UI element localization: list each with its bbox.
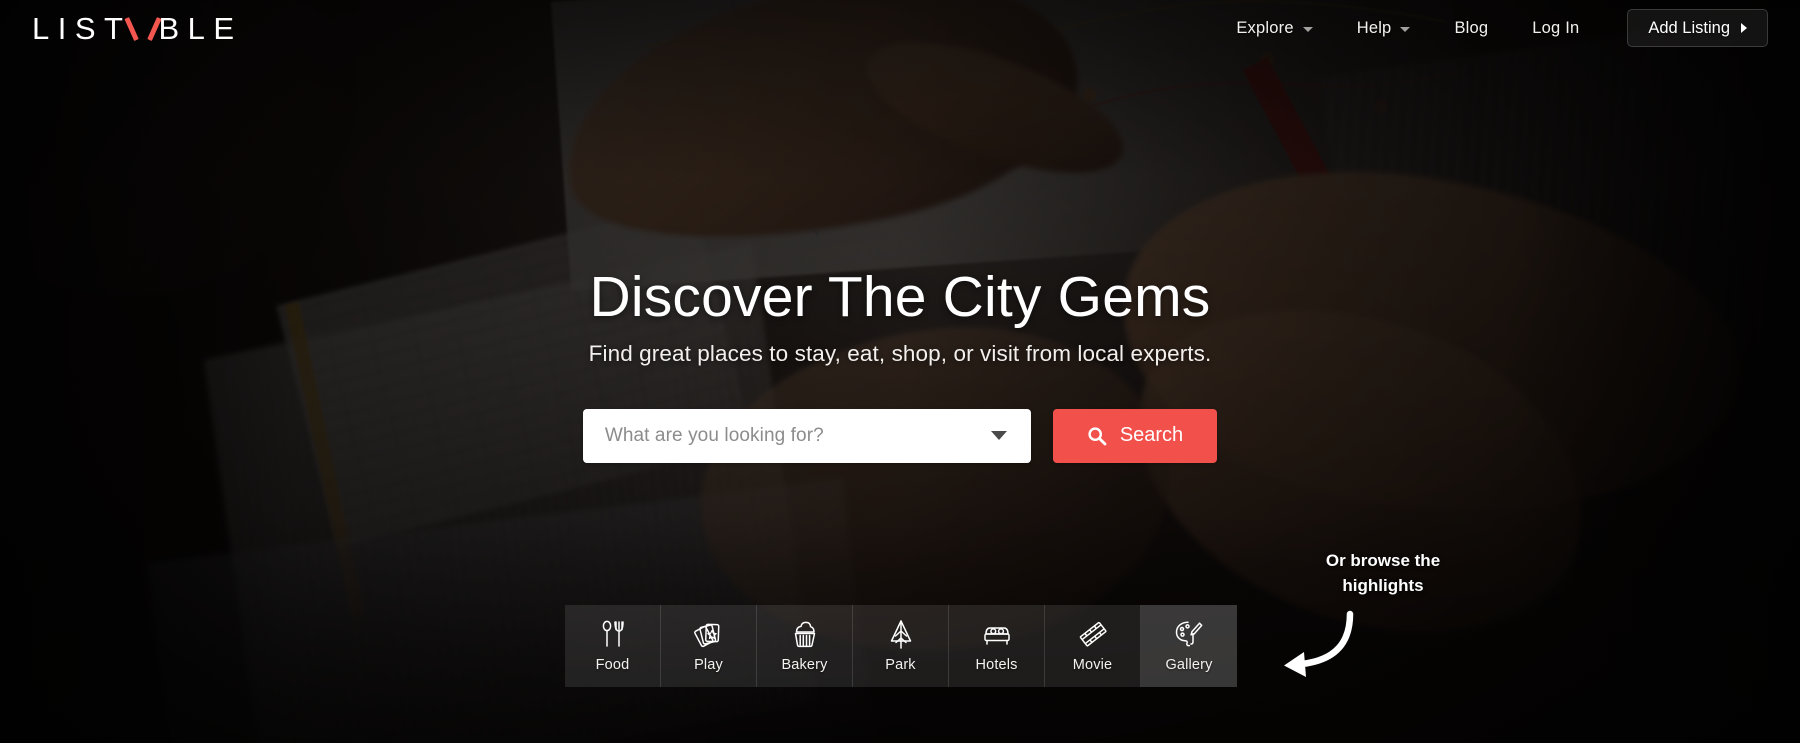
nav-item-label: Blog [1454,18,1489,37]
cupcake-icon [791,619,819,649]
category-label: Bakery [781,657,828,673]
nav-item-login[interactable]: Log In [1510,11,1601,46]
main-navigation: Explore Help Blog Log In Add Listing [1214,9,1768,47]
nav-item-label: Explore [1236,18,1294,37]
chevron-down-icon [1400,27,1411,32]
add-listing-button[interactable]: Add Listing [1627,9,1768,47]
page-subtitle: Find great places to stay, eat, shop, or… [588,340,1212,366]
nav-item-explore[interactable]: Explore [1214,11,1334,46]
bed-icon [982,619,1012,649]
film-strip-icon [1078,619,1108,649]
search-input[interactable]: What are you looking for? [582,408,1031,463]
category-tile-hotels[interactable]: Hotels [949,605,1045,687]
category-tile-play[interactable]: Play [661,605,757,687]
category-label: Play [694,657,723,673]
cards-icon [693,619,724,649]
add-listing-label: Add Listing [1648,18,1730,37]
browse-hint: Or browse the highlights [1288,548,1478,598]
browse-hint-line1: Or browse the [1325,551,1441,570]
nav-item-help[interactable]: Help [1335,11,1433,46]
pine-tree-icon [887,619,915,649]
chevron-down-icon [1302,27,1313,32]
browse-hint-line2: highlights [1342,576,1424,596]
hero-page: LIST BLE Explore Help Blog Log In Add Lis… [0,0,1800,743]
category-tile-gallery[interactable]: Gallery [1141,605,1237,687]
search-button-label: Search [1119,424,1184,447]
category-label: Gallery [1165,657,1213,673]
category-tile-bakery[interactable]: Bakery [757,605,853,687]
search-button[interactable]: Search [1052,408,1218,463]
logo-chevron-a-icon [132,17,154,40]
site-header: LIST BLE Explore Help Blog Log In Add Lis… [0,0,1800,56]
category-label: Food [595,657,630,673]
logo-text-part2: BLE [158,10,243,46]
search-placeholder-text: What are you looking for? [604,424,824,446]
nav-item-label: Log In [1532,18,1580,37]
chevron-down-icon[interactable] [990,431,1007,441]
page-title: Discover The City Gems [589,265,1211,329]
nav-item-blog[interactable]: Blog [1432,11,1510,46]
category-tile-park[interactable]: Park [853,605,949,687]
category-tile-food[interactable]: Food [565,605,661,687]
logo-text-part1: LIST [32,10,132,46]
category-bar: Food Play Bakery Park Hotels Movie Galle… [565,605,1237,687]
category-label: Park [885,657,916,673]
category-label: Hotels [975,657,1018,673]
search-icon [1088,427,1107,446]
spoon-fork-icon [599,619,627,649]
nav-item-label: Help [1356,18,1392,37]
category-label: Movie [1072,657,1113,673]
logo-text: LIST BLE [32,13,243,44]
logo[interactable]: LIST BLE [32,11,243,45]
triangle-right-icon [1741,23,1747,33]
curved-arrow-left-icon [1284,610,1354,677]
search-bar: What are you looking for? Search [582,408,1218,463]
palette-icon [1174,619,1204,649]
category-tile-movie[interactable]: Movie [1045,605,1141,687]
